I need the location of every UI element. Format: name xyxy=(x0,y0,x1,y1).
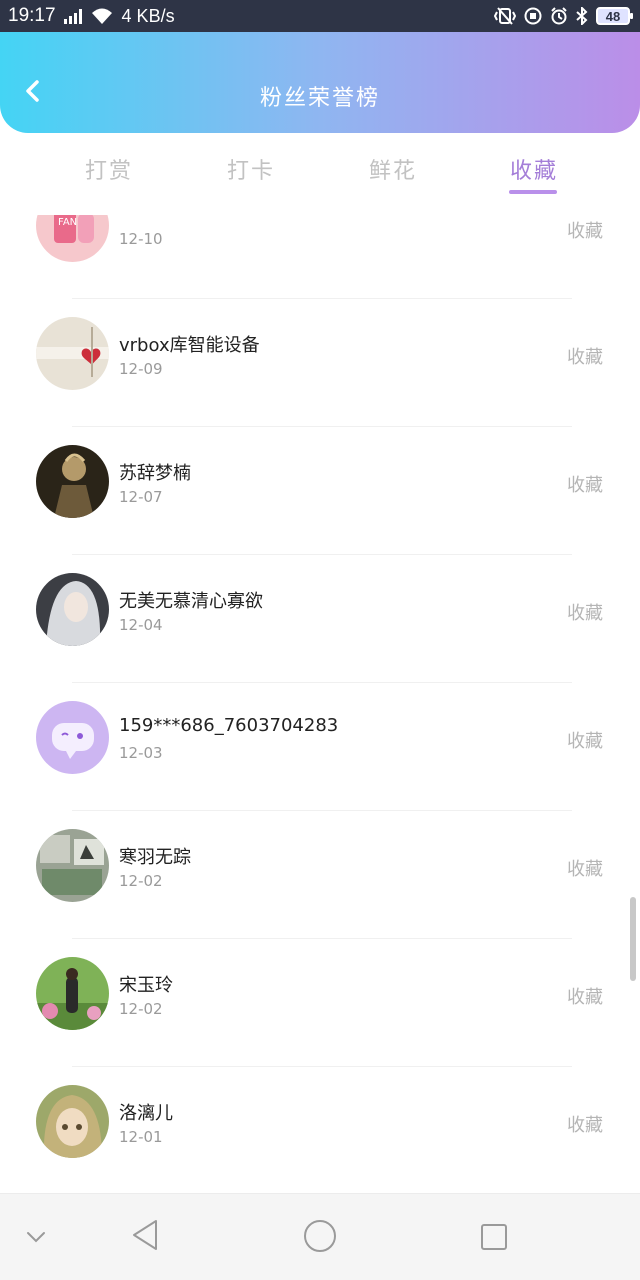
fan-date: 12-10 xyxy=(119,230,163,248)
list-item[interactable]: FAN 12-10 收藏 xyxy=(0,215,640,317)
fan-date: 12-09 xyxy=(119,360,163,378)
favorite-action[interactable]: 收藏 xyxy=(567,727,603,753)
home-circle-icon[interactable] xyxy=(302,1218,338,1254)
fan-date: 12-07 xyxy=(119,488,163,506)
fan-name: 寒羽无踪 xyxy=(119,847,191,868)
page-title: 粉丝荣誉榜 xyxy=(259,86,380,111)
fan-name: 无美无慕清心寡欲 xyxy=(119,591,263,612)
fan-list: FAN 12-10 收藏 vrbox库智能设备 12-09 收藏 苏辞梦楠 12… xyxy=(0,215,640,1193)
status-left: 19:17 4 KB/s xyxy=(8,5,175,27)
favorite-action[interactable]: 收藏 xyxy=(567,855,603,881)
favorite-action[interactable]: 收藏 xyxy=(567,599,603,625)
white-hair-avatar xyxy=(36,573,109,646)
svg-text:FAN: FAN xyxy=(58,217,77,228)
fan-name: 159***686_7603704283 xyxy=(119,715,339,736)
list-item[interactable]: 洛漓儿 12-01 收藏 xyxy=(0,1085,640,1193)
wifi-icon xyxy=(91,8,112,24)
tab-checkin[interactable]: 打卡 xyxy=(227,153,275,185)
fan-name: vrbox库智能设备 xyxy=(119,335,260,356)
divider xyxy=(72,1066,572,1067)
tab-reward[interactable]: 打赏 xyxy=(85,153,133,185)
status-right: 48 xyxy=(494,7,633,25)
tab-flowers[interactable]: 鲜花 xyxy=(369,153,417,185)
status-time: 19:17 xyxy=(8,5,56,26)
fan-name: 苏辞梦楠 xyxy=(119,463,191,484)
back-triangle-icon[interactable] xyxy=(130,1218,162,1252)
system-nav-bar xyxy=(0,1193,640,1280)
divider xyxy=(72,554,572,555)
fan-date: 12-02 xyxy=(119,1000,163,1018)
fan-date: 12-04 xyxy=(119,616,163,634)
divider xyxy=(72,810,572,811)
vibrate-icon xyxy=(494,7,516,25)
tab-favorites[interactable]: 收藏 xyxy=(510,153,558,185)
collapse-icon[interactable] xyxy=(24,1228,48,1246)
pink-drink-avatar: FAN xyxy=(36,215,109,262)
active-tab-indicator xyxy=(509,190,557,194)
divider xyxy=(72,682,572,683)
favorite-action[interactable]: 收藏 xyxy=(567,217,603,243)
favorite-action[interactable]: 收藏 xyxy=(567,343,603,369)
header-bar: 粉丝荣誉榜 xyxy=(0,32,640,133)
data-saver-icon xyxy=(524,7,542,25)
scrollbar[interactable] xyxy=(630,897,636,981)
divider xyxy=(72,426,572,427)
fan-name: 洛漓儿 xyxy=(119,1103,173,1124)
divider xyxy=(72,298,572,299)
fan-date: 12-03 xyxy=(119,744,163,762)
battery-level: 48 xyxy=(605,8,621,24)
bluetooth-icon xyxy=(576,7,588,25)
collage-avatar xyxy=(36,829,109,902)
warrior-avatar xyxy=(36,445,109,518)
chat-bubble-avatar xyxy=(36,701,109,774)
network-speed: 4 KB/s xyxy=(121,5,175,26)
fan-date: 12-01 xyxy=(119,1128,163,1146)
garden-avatar xyxy=(36,957,109,1030)
fan-date: 12-02 xyxy=(119,872,163,890)
heart-avatar xyxy=(36,317,109,390)
favorite-action[interactable]: 收藏 xyxy=(567,983,603,1009)
alarm-icon xyxy=(551,7,567,25)
tab-bar: 打赏 打卡 鲜花 收藏 xyxy=(0,133,640,215)
favorite-action[interactable]: 收藏 xyxy=(567,1111,603,1137)
favorite-action[interactable]: 收藏 xyxy=(567,471,603,497)
fan-name: 宋玉玲 xyxy=(119,975,173,996)
status-bar: 19:17 4 KB/s 48 xyxy=(0,0,640,32)
anime-girl-avatar xyxy=(36,1085,109,1158)
divider xyxy=(72,938,572,939)
battery-icon: 48 xyxy=(596,7,633,25)
recents-square-icon[interactable] xyxy=(480,1223,508,1251)
signal-icon xyxy=(63,8,82,24)
